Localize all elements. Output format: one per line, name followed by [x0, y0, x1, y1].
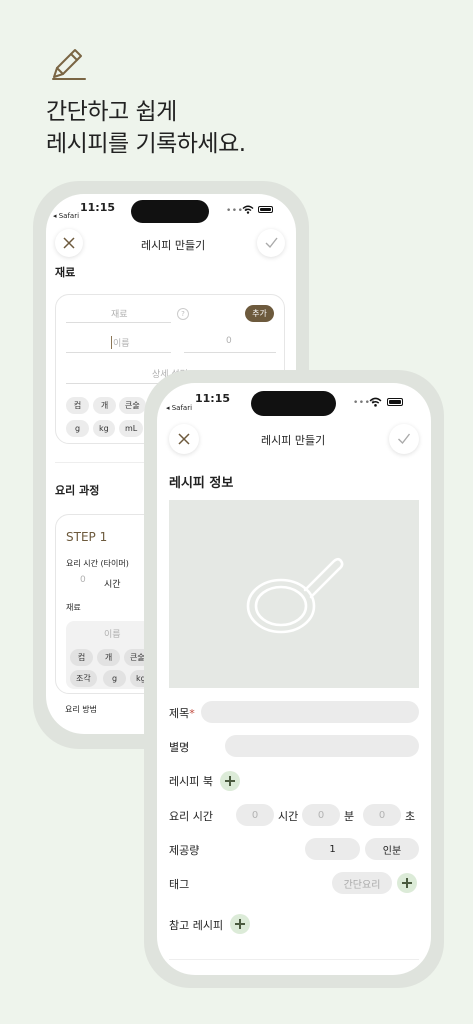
- tag-label: 태그: [169, 878, 190, 891]
- recipe-book-label: 레시피 북: [169, 775, 213, 788]
- step-time-input[interactable]: 0: [80, 575, 86, 585]
- step-ingredients-label: 재료: [66, 603, 81, 612]
- minutes-input[interactable]: 0: [302, 804, 340, 826]
- seconds-unit: 초: [405, 810, 416, 823]
- unit-chip[interactable]: mL: [119, 420, 144, 437]
- process-title: 요리 과정: [55, 484, 100, 497]
- servings-unit-select[interactable]: 인분: [365, 838, 419, 860]
- unit-chip[interactable]: 조각: [70, 670, 97, 687]
- alias-input[interactable]: [225, 735, 419, 757]
- unit-chip[interactable]: 개: [93, 397, 116, 414]
- nav-title: 레시피 만들기: [141, 239, 206, 252]
- close-button[interactable]: [169, 424, 199, 454]
- seconds-input[interactable]: 0: [363, 804, 401, 826]
- plus-icon: [225, 776, 235, 786]
- confirm-button[interactable]: [389, 424, 419, 454]
- ingredient-input-underline: [66, 322, 171, 323]
- unit-chip[interactable]: g: [66, 420, 89, 437]
- hours-input[interactable]: 0: [236, 804, 274, 826]
- wifi-icon: [242, 205, 254, 214]
- battery-icon: [258, 206, 273, 213]
- minutes-unit: 분: [344, 810, 355, 823]
- required-mark: *: [189, 707, 195, 720]
- pencil-icon: [52, 49, 86, 80]
- ingredients-title: 재료: [55, 266, 76, 279]
- status-back-safari[interactable]: ◂ Safari: [53, 212, 79, 220]
- unit-chip[interactable]: g: [103, 670, 126, 687]
- battery-icon: [387, 398, 403, 406]
- unit-chip[interactable]: 개: [97, 649, 120, 666]
- unit-chip[interactable]: 큰술: [119, 397, 146, 414]
- hours-unit: 시간: [278, 810, 299, 823]
- ingredient-input[interactable]: 재료: [111, 307, 128, 320]
- front-phone: 11:15 ◂ Safari •••• 레시피 만들기 레시피 정보 제목* 별…: [144, 370, 444, 988]
- name-input-underline: [66, 352, 171, 353]
- confirm-button[interactable]: [257, 229, 285, 257]
- photo-upload[interactable]: [169, 500, 419, 688]
- cook-time-label: 요리 시간: [169, 810, 213, 823]
- headline-line-1: 간단하고 쉽게: [46, 99, 177, 125]
- status-back-safari[interactable]: ◂ Safari: [166, 404, 192, 412]
- title-input[interactable]: [201, 701, 419, 723]
- close-icon: [178, 433, 190, 445]
- step-time-unit: 시간: [104, 580, 121, 590]
- help-icon[interactable]: ?: [177, 308, 189, 320]
- close-icon: [63, 237, 75, 249]
- status-time: 11:15: [195, 392, 231, 405]
- amount-input[interactable]: 0: [226, 336, 232, 346]
- alias-label: 별명: [169, 741, 190, 754]
- servings-label: 제공량: [169, 844, 200, 857]
- frying-pan-icon: [246, 557, 344, 634]
- title-label-text: 제목: [169, 707, 190, 720]
- plus-icon: [402, 878, 412, 888]
- status-time: 11:15: [80, 201, 116, 214]
- add-tag-button[interactable]: [397, 873, 417, 893]
- servings-input[interactable]: 1: [305, 838, 360, 860]
- headline-line-2: 레시피를 기록하세요.: [46, 131, 246, 157]
- reference-recipe-label: 참고 레시피: [169, 919, 224, 932]
- check-icon: [398, 433, 411, 445]
- title-label: 제목*: [169, 705, 195, 721]
- headline: 간단하고 쉽게 레시피를 기록하세요.: [46, 96, 246, 160]
- check-icon: [265, 237, 278, 249]
- section-title: 레시피 정보: [169, 476, 234, 491]
- close-button[interactable]: [55, 229, 83, 257]
- dynamic-island: [251, 391, 336, 416]
- wifi-icon: [369, 397, 382, 407]
- add-ingredient-button[interactable]: 추가: [245, 305, 274, 322]
- unit-chip[interactable]: 컵: [66, 397, 89, 414]
- nav-title: 레시피 만들기: [261, 434, 326, 447]
- name-input[interactable]: 이름: [111, 336, 130, 349]
- front-phone-screen: 11:15 ◂ Safari •••• 레시피 만들기 레시피 정보 제목* 별…: [157, 383, 431, 975]
- tag-input[interactable]: 간단요리: [332, 872, 392, 894]
- add-recipe-book-button[interactable]: [220, 771, 240, 791]
- step-name-input[interactable]: 이름: [104, 627, 121, 640]
- amount-input-underline: [184, 352, 276, 353]
- unit-chip[interactable]: kg: [93, 420, 115, 437]
- add-reference-button[interactable]: [230, 914, 250, 934]
- cook-time-label: 요리 시간 (타이머): [66, 559, 129, 568]
- plus-icon: [235, 919, 245, 929]
- divider: [169, 959, 419, 960]
- dynamic-island: [131, 200, 209, 223]
- unit-chip[interactable]: 컵: [70, 649, 93, 666]
- method-label: 요리 방법: [65, 705, 97, 714]
- step-title: STEP 1: [66, 530, 108, 544]
